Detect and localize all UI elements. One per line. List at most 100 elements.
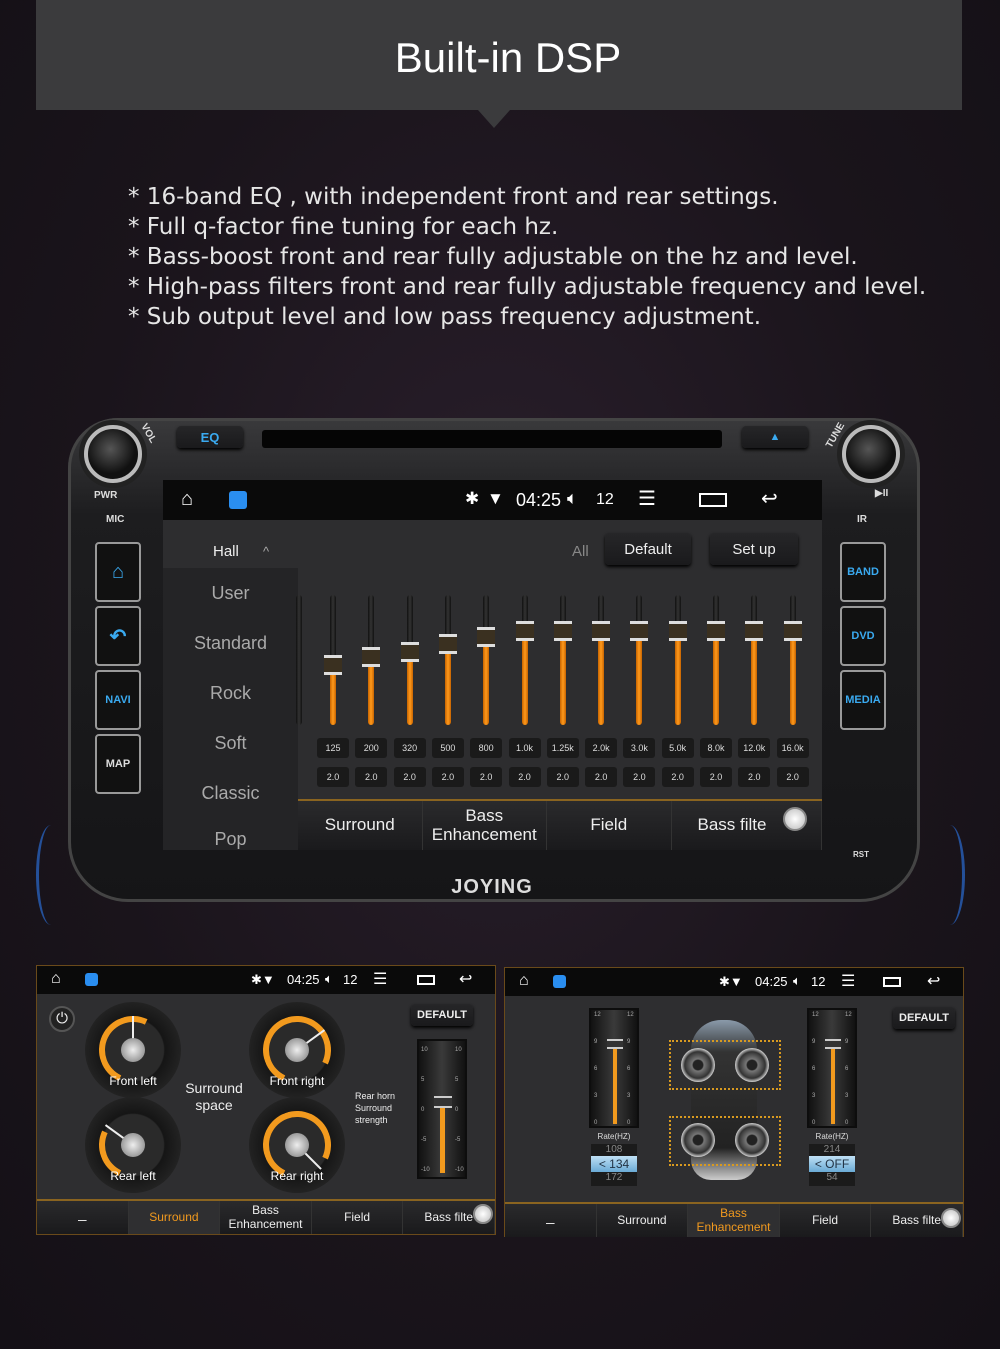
rate-selected[interactable]: < 134	[591, 1156, 637, 1172]
menu-icon[interactable]: ☰	[638, 486, 656, 511]
rate-picker[interactable]: 214 < OFF 54	[809, 1144, 855, 1186]
eq-slider-2.0k[interactable]	[592, 595, 611, 725]
eq-slider-thumb[interactable]	[783, 621, 802, 642]
eq-q-value[interactable]: 2.0	[623, 767, 656, 787]
default-button[interactable]: DEFAULT	[411, 1004, 473, 1026]
app-icon[interactable]	[553, 975, 566, 988]
menu-icon[interactable]: ☰	[373, 969, 387, 989]
eq-slider-320[interactable]	[400, 595, 419, 725]
slider-thumb[interactable]	[825, 1039, 841, 1049]
eq-slider-thumb[interactable]	[324, 655, 342, 676]
tab-field[interactable]: Field	[547, 801, 672, 850]
eq-q-value[interactable]: 2.0	[470, 767, 503, 787]
eq-q-value[interactable]: 2.0	[661, 767, 694, 787]
back-hard-button[interactable]: ↶	[95, 606, 141, 666]
rate-option[interactable]: 172	[591, 1172, 637, 1184]
back-icon[interactable]: ↩	[761, 486, 778, 511]
rate-selected[interactable]: < OFF	[809, 1156, 855, 1172]
eq-q-value[interactable]: 2.0	[393, 767, 426, 787]
dial-knob[interactable]	[285, 1038, 309, 1062]
eq-q-value[interactable]: 2.0	[546, 767, 579, 787]
eq-slider-thumb[interactable]	[707, 621, 725, 642]
eq-q-value[interactable]: 2.0	[355, 767, 388, 787]
eq-slider-500[interactable]	[438, 595, 457, 725]
media-button[interactable]: MEDIA	[840, 670, 886, 730]
floating-toggle-button[interactable]	[473, 1204, 493, 1224]
rate-picker[interactable]: 108 < 134 172	[591, 1144, 637, 1186]
bass-level-slider[interactable]: 12 12 9 9 6 6 3 3 0 0	[807, 1008, 857, 1128]
eq-slider-1.25k[interactable]	[553, 595, 572, 725]
back-icon[interactable]: ↩	[459, 969, 472, 989]
volume-icon[interactable]: 🔈︎	[325, 971, 333, 987]
home-hard-button[interactable]: ⌂	[95, 542, 141, 602]
tab-surround[interactable]: Surround	[298, 801, 423, 850]
slider-thumb[interactable]	[434, 1096, 452, 1108]
navi-button[interactable]: NAVI	[95, 670, 141, 730]
default-button[interactable]: Default	[605, 533, 691, 565]
eject-button[interactable]: ▲	[742, 426, 808, 448]
preset-option-standard[interactable]: Standard	[163, 618, 298, 668]
tab-bass-enhancement[interactable]: Bass Enhancement	[688, 1204, 780, 1237]
eq-slider-16.0k[interactable]	[783, 595, 802, 725]
eq-slider-thumb[interactable]	[630, 621, 649, 642]
eq-slider-125[interactable]	[324, 595, 342, 725]
rate-option[interactable]: 108	[591, 1144, 637, 1156]
preset-option-soft[interactable]: Soft	[163, 718, 298, 768]
eq-slider-12.0k[interactable]	[745, 595, 764, 725]
dial-knob[interactable]	[121, 1133, 145, 1157]
tab-eq[interactable]: 𝍠	[505, 1204, 597, 1237]
eq-slider-thumb[interactable]	[592, 621, 611, 642]
home-icon[interactable]: ⌂	[519, 972, 529, 990]
rate-option[interactable]: 54	[809, 1172, 855, 1184]
band-button[interactable]: BAND	[840, 542, 886, 602]
menu-icon[interactable]: ☰	[841, 971, 855, 991]
eq-slider-200[interactable]	[362, 595, 381, 725]
eq-slider-thumb[interactable]	[438, 634, 457, 655]
eq-q-value[interactable]: 2.0	[776, 767, 809, 787]
bass-level-slider[interactable]: 12 12 9 9 6 6 3 3 0 0	[589, 1008, 639, 1128]
app-icon[interactable]	[85, 973, 98, 986]
preset-selector[interactable]: Hall	[213, 543, 239, 560]
volume-icon[interactable]: 🔈︎	[567, 488, 578, 509]
tune-knob[interactable]	[842, 425, 900, 483]
eq-slider-thumb[interactable]	[400, 642, 419, 663]
volume-knob[interactable]	[84, 425, 142, 483]
floating-toggle-button[interactable]	[941, 1208, 961, 1228]
tab-bass-enhancement[interactable]: Bass Enhancement	[220, 1201, 312, 1234]
recent-apps-icon[interactable]	[417, 975, 435, 985]
eq-q-value[interactable]: 2.0	[700, 767, 732, 787]
all-toggle[interactable]: All	[572, 543, 589, 560]
rear-horn-slider[interactable]: 10 10 5 5 0 0 -5 -5 -10 -10	[417, 1039, 467, 1179]
eq-q-value[interactable]: 2.0	[317, 767, 349, 787]
home-icon[interactable]: ⌂	[181, 488, 193, 511]
chevron-up-icon[interactable]: ^	[263, 544, 269, 559]
dial-knob[interactable]	[121, 1038, 145, 1062]
preset-option-pop[interactable]: Pop	[163, 818, 298, 850]
default-button[interactable]: DEFAULT	[893, 1007, 955, 1029]
eq-slider-5.0k[interactable]	[668, 595, 687, 725]
eq-slider-thumb[interactable]	[362, 647, 381, 668]
eq-q-value[interactable]: 2.0	[508, 767, 541, 787]
eq-q-value[interactable]: 2.0	[738, 767, 771, 787]
rate-option[interactable]: 214	[809, 1144, 855, 1156]
tab-field[interactable]: Field	[312, 1201, 404, 1234]
preset-option-rock[interactable]: Rock	[163, 668, 298, 718]
eq-slider-800[interactable]	[477, 595, 496, 725]
slider-thumb[interactable]	[607, 1039, 623, 1049]
back-icon[interactable]: ↩	[927, 971, 940, 991]
tab-surround[interactable]: Surround	[597, 1204, 689, 1237]
tab-surround[interactable]: Surround	[128, 1201, 221, 1234]
floating-toggle-button[interactable]	[783, 807, 807, 831]
recent-apps-icon[interactable]	[699, 493, 727, 507]
eq-button[interactable]: EQ	[177, 426, 243, 448]
eq-q-value[interactable]: 2.0	[431, 767, 464, 787]
app-icon[interactable]	[229, 491, 247, 509]
eq-slider-thumb[interactable]	[668, 621, 687, 642]
eq-slider-thumb[interactable]	[553, 621, 572, 642]
setup-button[interactable]: Set up	[710, 533, 798, 565]
eq-slider-3.0k[interactable]	[630, 595, 649, 725]
eq-q-value[interactable]: 2.0	[585, 767, 618, 787]
eq-slider-thumb[interactable]	[477, 626, 496, 647]
tab-bass-enhancement[interactable]: Bass Enhancement	[423, 801, 547, 850]
play-pause-button[interactable]: ▶II	[875, 488, 888, 499]
